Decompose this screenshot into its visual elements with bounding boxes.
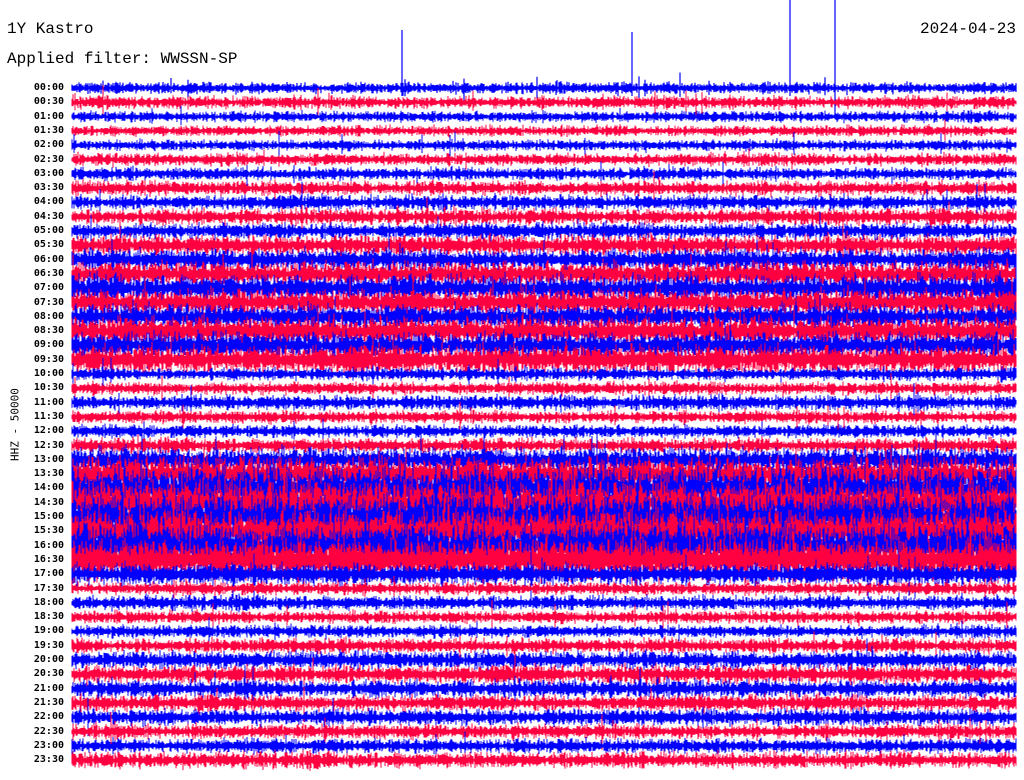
trace-row-1900 bbox=[71, 617, 1017, 642]
helicorder-plot bbox=[71, 0, 1017, 771]
trace-row-0230 bbox=[71, 148, 1017, 170]
trace-row-2300 bbox=[71, 731, 1017, 758]
trace-row-0130 bbox=[71, 119, 1017, 141]
trace-row-0100 bbox=[71, 105, 1017, 126]
trace-row-1800 bbox=[71, 593, 1017, 613]
trace-row-2330 bbox=[71, 749, 1017, 771]
